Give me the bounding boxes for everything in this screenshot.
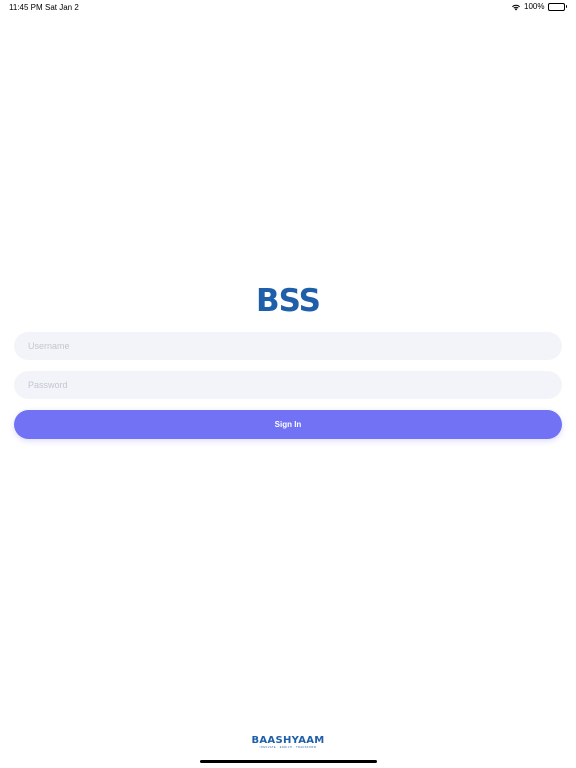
home-indicator[interactable] <box>200 760 377 763</box>
wifi-icon <box>511 3 521 11</box>
app-logo: BSS <box>256 283 321 319</box>
login-screen: 11:45 PM Sat Jan 2 100% BSS Sign In BAAS… <box>0 0 576 768</box>
status-date: Sat Jan 2 <box>45 3 79 12</box>
status-bar: 11:45 PM Sat Jan 2 100% <box>0 0 576 14</box>
username-field[interactable] <box>14 332 562 360</box>
password-field[interactable] <box>14 371 562 399</box>
battery-icon <box>547 2 567 11</box>
sign-in-button[interactable]: Sign In <box>14 410 562 439</box>
status-indicators: 100% <box>511 2 567 11</box>
footer-logo: BAASHYAAM INNOVATE · ENRICH · TRANSFORM <box>0 735 576 749</box>
status-time: 11:45 PM <box>9 3 43 12</box>
battery-percentage: 100% <box>524 2 545 11</box>
footer-tagline: INNOVATE · ENRICH · TRANSFORM <box>259 746 317 749</box>
footer-brand: BAASHYAAM <box>251 735 325 746</box>
